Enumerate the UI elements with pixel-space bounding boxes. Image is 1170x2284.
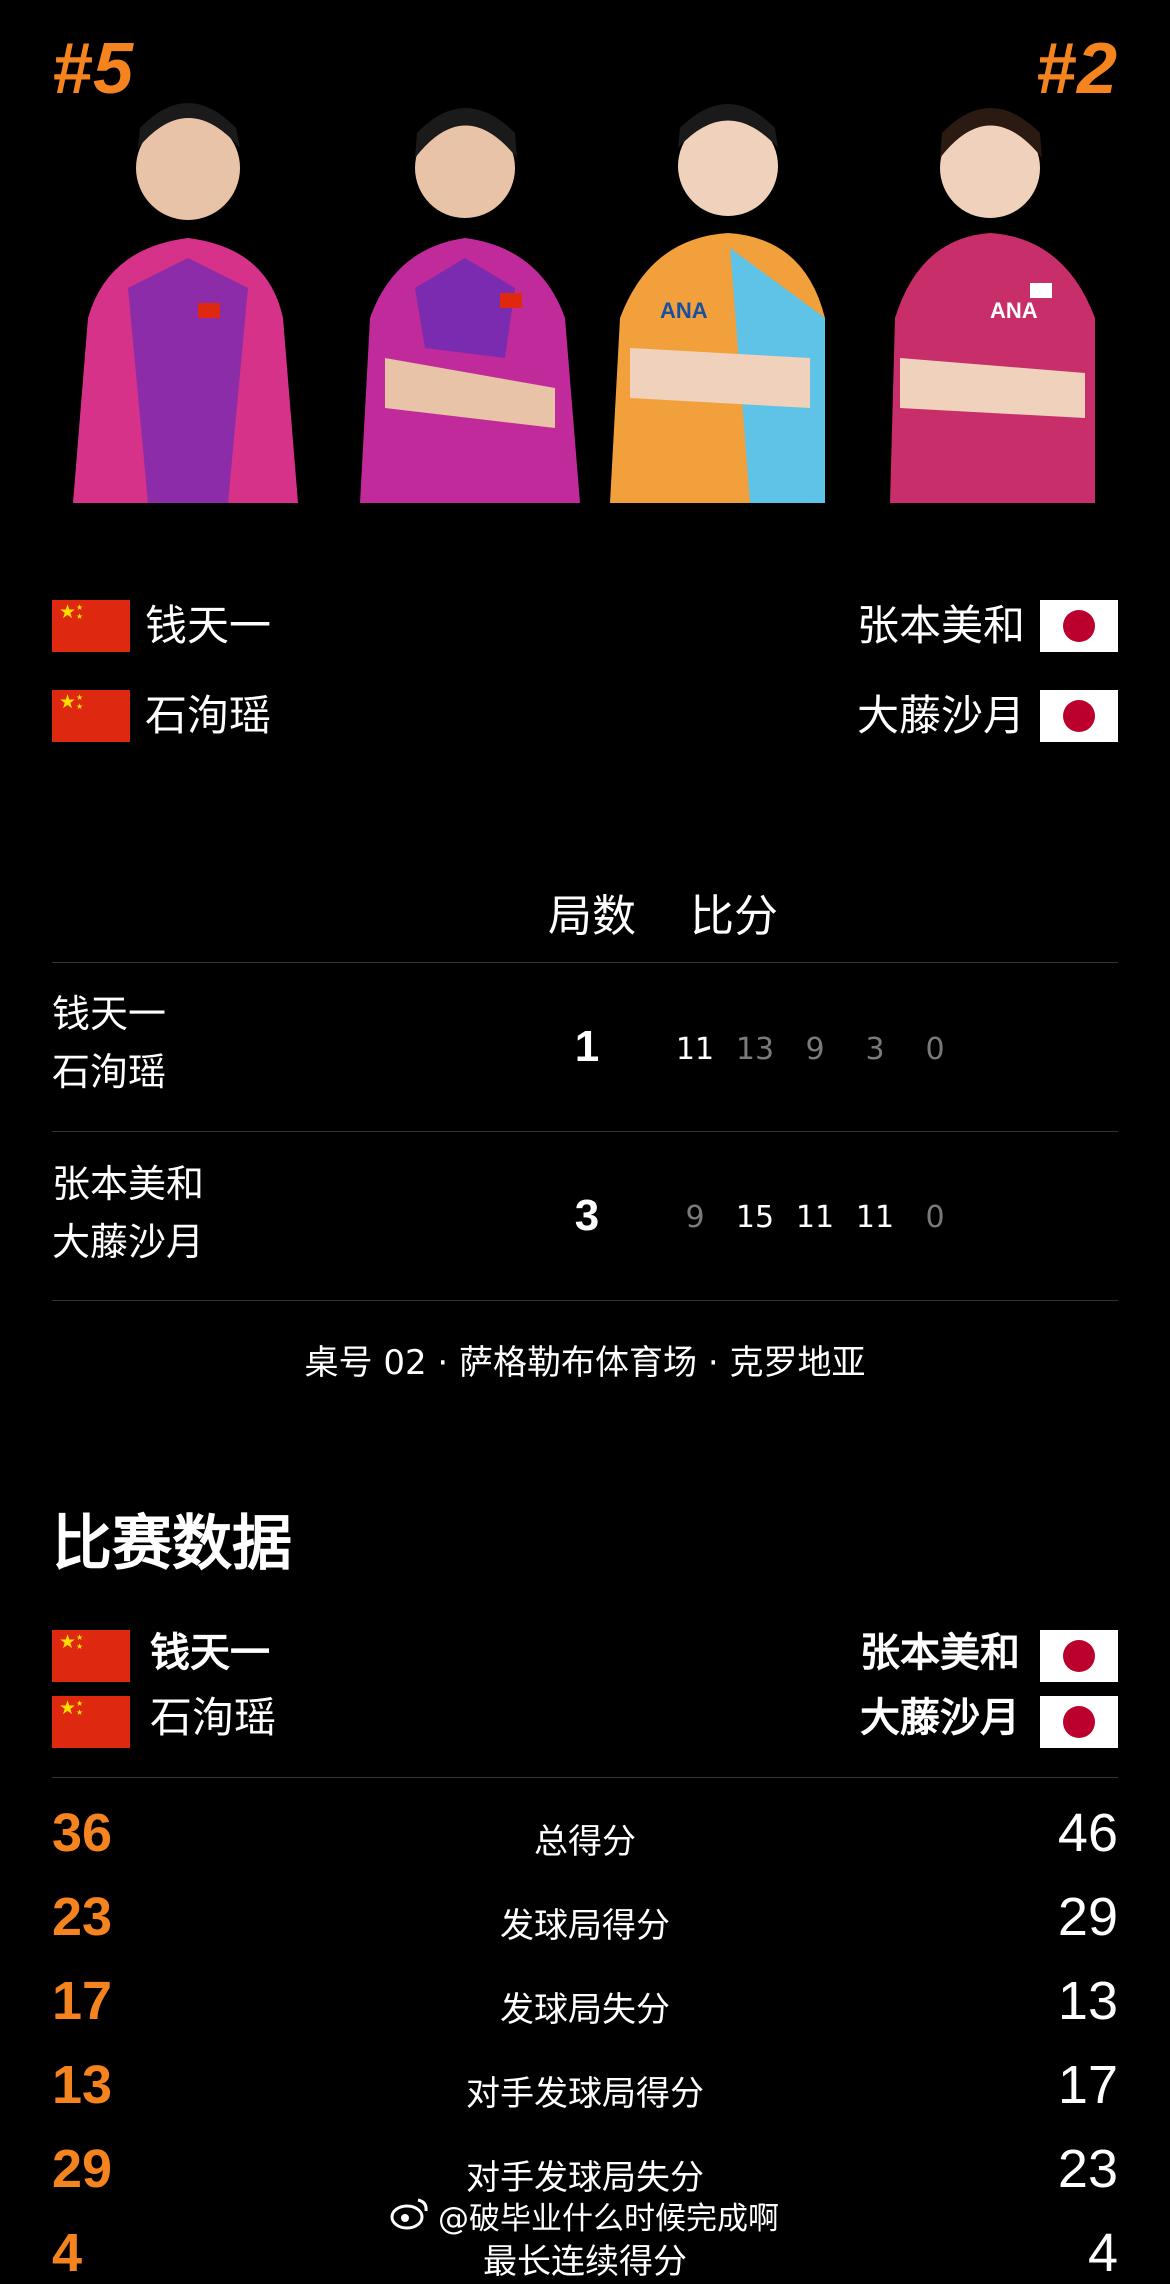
score-header: 比分 <box>690 891 778 942</box>
game-score: 15 <box>735 1200 775 1235</box>
stat-label: 对手发球局失分 <box>466 2158 704 2198</box>
row-team-a-name: 钱天一 石洵瑶 <box>52 985 166 1101</box>
game-score: 11 <box>795 1200 835 1235</box>
sets-won: 1 <box>574 1022 600 1071</box>
row-player-name: 钱天一 <box>52 992 167 1036</box>
watermark-text: @破毕业什么时候完成啊 <box>438 2201 779 2237</box>
stat-label: 发球局失分 <box>500 1990 670 2030</box>
player-photo-qian-tianyi <box>68 88 298 503</box>
divider <box>52 1300 1118 1301</box>
stat-label: 总得分 <box>534 1822 636 1862</box>
game-score: 0 <box>925 1032 945 1067</box>
stat-label: 最长连续得分 <box>483 2242 687 2282</box>
venue-info: 桌号 02 · 萨格勒布体育场 · 克罗地亚 <box>304 1343 866 1383</box>
stat-label: 发球局得分 <box>500 1906 670 1946</box>
svg-text:ANA: ANA <box>660 298 708 323</box>
stat-value-team-b: 29 <box>1057 1887 1118 1947</box>
row-team-b-name: 张本美和 大藤沙月 <box>52 1155 204 1271</box>
player-name: 张本美和 <box>856 601 1025 650</box>
divider <box>52 962 1118 963</box>
china-flag-icon <box>52 1696 130 1748</box>
game-score: 3 <box>865 1032 885 1067</box>
stat-value-team-b: 17 <box>1057 2055 1118 2115</box>
player-photo-ohtou-sachi: ANA <box>880 88 1110 503</box>
game-score: 9 <box>685 1200 705 1235</box>
game-score: 0 <box>925 1200 945 1235</box>
player-name: 石洵瑶 <box>145 691 272 740</box>
china-flag-icon <box>52 600 130 652</box>
player-photo-shi-xunyao <box>355 88 585 503</box>
stat-value-team-b: 4 <box>1087 2223 1118 2283</box>
game-score: 13 <box>735 1032 775 1067</box>
row-player-name: 张本美和 <box>52 1162 205 1206</box>
japan-flag-icon <box>1040 600 1118 652</box>
divider <box>52 1777 1118 1778</box>
player-photo-harimoto-miwa: ANA <box>600 88 830 503</box>
china-flag-icon <box>52 1630 130 1682</box>
section-title: 比赛数据 <box>52 1509 292 1579</box>
row-player-name: 大藤沙月 <box>52 1220 205 1264</box>
row-player-name: 石洵瑶 <box>52 1050 167 1094</box>
player-name: 钱天一 <box>145 601 272 650</box>
player-name: 大藤沙月 <box>856 691 1025 740</box>
stats-player-name: 钱天一 <box>150 1630 270 1676</box>
divider <box>52 1131 1118 1132</box>
stat-value-team-b: 23 <box>1057 2139 1118 2199</box>
stat-label: 对手发球局得分 <box>466 2074 704 2114</box>
game-score: 11 <box>855 1200 895 1235</box>
game-score: 9 <box>805 1032 825 1067</box>
japan-flag-icon <box>1040 690 1118 742</box>
japan-flag-icon <box>1040 1696 1118 1748</box>
stats-player-name: 大藤沙月 <box>860 1695 1020 1741</box>
svg-text:ANA: ANA <box>990 298 1038 323</box>
stat-value-team-b: 13 <box>1057 1971 1118 2031</box>
stat-value-team-b: 46 <box>1057 1803 1118 1863</box>
weibo-icon <box>390 2198 428 2230</box>
sets-header: 局数 <box>548 891 636 942</box>
game-score: 11 <box>675 1032 715 1067</box>
stats-player-name: 张本美和 <box>860 1630 1020 1676</box>
sets-won: 3 <box>574 1191 600 1240</box>
stats-player-name: 石洵瑶 <box>150 1693 277 1742</box>
china-flag-icon <box>52 690 130 742</box>
japan-flag-icon <box>1040 1630 1118 1682</box>
